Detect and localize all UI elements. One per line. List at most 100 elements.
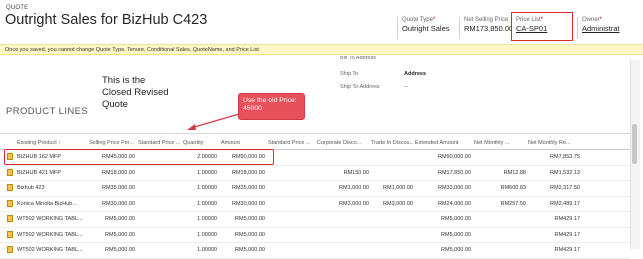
annotation-note: This is the Closed Revised Quote bbox=[102, 75, 169, 111]
table-cell: RM33,000.00 bbox=[437, 185, 471, 191]
product-name-cell: Konica Minolta BizHub... bbox=[17, 200, 77, 207]
table-cell: 1.00000 bbox=[197, 169, 217, 176]
table-cell: 1.00000 bbox=[197, 216, 217, 222]
table-cell: RM30,000.00 bbox=[231, 200, 265, 207]
note-line: Quote bbox=[102, 99, 128, 110]
table-cell: 1.00000 bbox=[197, 247, 217, 253]
table-cell: RM90,000.00 bbox=[437, 154, 471, 160]
table-cell: RM1,000.00 bbox=[339, 185, 369, 191]
table-cell: RM2,489.17 bbox=[550, 200, 580, 207]
table-cell: RM5,000.00 bbox=[105, 231, 135, 238]
ship-to-value[interactable]: Address bbox=[404, 71, 426, 77]
required-mark: * bbox=[432, 17, 436, 23]
table-cell: RM5,000.00 bbox=[441, 216, 471, 222]
header-separator bbox=[459, 17, 460, 39]
column-header[interactable]: Extended Amount bbox=[415, 140, 471, 146]
column-header[interactable]: Standard Price ... bbox=[268, 140, 314, 146]
price-list-field[interactable]: Price List* CA-SP01 bbox=[516, 17, 570, 33]
product-lines-heading: PRODUCT LINES bbox=[6, 106, 89, 117]
price-list-link[interactable]: CA-SP01 bbox=[516, 24, 570, 33]
owner-field[interactable]: Owner* Administrat bbox=[582, 17, 634, 33]
row-divider bbox=[0, 211, 630, 212]
record-type-label: QUOTE bbox=[6, 5, 29, 11]
table-cell: RM5,000.00 bbox=[105, 247, 135, 253]
table-cell: RM257.50 bbox=[500, 200, 526, 207]
table-cell: RM17,850.00 bbox=[437, 169, 471, 176]
page-title: Outright Sales for BizHub C423 bbox=[5, 12, 208, 28]
note-line: Closed Revised bbox=[102, 87, 169, 98]
table-cell: RM5,000.00 bbox=[441, 231, 471, 238]
document-icon bbox=[7, 246, 13, 253]
table-row[interactable]: WT502 WORKING TABL... RM5,000.00 1.00000 RM… bbox=[0, 229, 630, 242]
column-header[interactable]: Existing Product ↑ bbox=[17, 140, 87, 146]
bill-to-address-label: Bill To Address bbox=[340, 56, 376, 60]
table-cell: RM5,000.00 bbox=[441, 247, 471, 253]
required-mark: * bbox=[540, 17, 544, 23]
table-cell: RM24,000.00 bbox=[437, 200, 471, 207]
table-cell: RM5,000.00 bbox=[235, 231, 265, 238]
document-icon bbox=[7, 230, 13, 238]
table-cell: RM7,853.75 bbox=[550, 154, 580, 160]
column-header[interactable]: Amount bbox=[221, 140, 265, 146]
document-icon bbox=[7, 168, 13, 176]
table-row[interactable]: WT502 WORKING TABL... RM5,000.00 1.00000 RM… bbox=[0, 244, 630, 257]
note-line: This is the bbox=[102, 75, 146, 86]
owner-link[interactable]: Administrat bbox=[582, 24, 634, 33]
table-cell: RM5,000.00 bbox=[105, 216, 135, 222]
ship-to-label: Ship To bbox=[340, 71, 359, 77]
net-selling-price-value: RM173,850.00 bbox=[464, 24, 512, 33]
notification-bar: Once you saved, you cannot change Quote … bbox=[0, 44, 643, 55]
table-row[interactable]: BIZHUB 421 MFP RM18,000.00 1.00000 RM18,000… bbox=[0, 167, 630, 180]
table-cell: RM1,532.13 bbox=[550, 169, 580, 176]
net-selling-price-label: Net Selling Price bbox=[464, 17, 509, 23]
column-header[interactable]: Net Monthly Re... bbox=[528, 140, 580, 146]
table-cell: RM429.17 bbox=[554, 247, 580, 253]
quote-type-label: Quote Type bbox=[402, 17, 433, 23]
document-icon bbox=[7, 184, 13, 191]
table-cell: RM35,000.00 bbox=[101, 185, 135, 191]
column-header[interactable]: Quantity bbox=[183, 140, 217, 146]
net-selling-price-field: Net Selling Price RM173,850.00 bbox=[464, 17, 512, 33]
callout-line: Use the old Price: bbox=[243, 97, 297, 104]
product-name-cell: Bizhub 423 bbox=[17, 185, 45, 191]
table-cell: RM2,317.50 bbox=[550, 185, 580, 191]
ship-to-address-value[interactable]: -- bbox=[404, 84, 408, 90]
table-row[interactable]: WT502 WORKING TABL... RM5,000.00 1.00000 RM… bbox=[0, 213, 630, 226]
table-cell: RM429.17 bbox=[554, 231, 580, 238]
grid-top-border bbox=[0, 133, 630, 134]
table-row[interactable]: Konica Minolta BizHub... RM30,000.00 1.000… bbox=[0, 198, 630, 211]
table-cell: RM18,000.00 bbox=[101, 169, 135, 176]
owner-label: Owner bbox=[582, 17, 600, 23]
ship-to-address-label: Ship To Address bbox=[340, 84, 380, 90]
column-header[interactable]: Corporate Disco... bbox=[317, 140, 369, 146]
column-header[interactable]: Trade In Discou... bbox=[371, 140, 413, 146]
product-name-cell: WT502 WORKING TABL... bbox=[17, 216, 83, 222]
table-cell: RM150.00 bbox=[343, 169, 369, 176]
row-divider bbox=[0, 226, 630, 228]
row-divider bbox=[0, 180, 630, 181]
quote-type-value[interactable]: Outright Sales bbox=[402, 24, 454, 33]
callout-pointer bbox=[187, 113, 240, 130]
quote-type-field[interactable]: Quote Type* Outright Sales bbox=[402, 17, 454, 33]
table-row[interactable]: Bizhub 423 RM35,000.00 1.00000 RM35,000.00 R… bbox=[0, 182, 630, 195]
document-icon bbox=[7, 215, 13, 222]
price-list-label: Price List bbox=[516, 17, 541, 23]
row-divider bbox=[0, 257, 630, 259]
table-cell: RM5,000.00 bbox=[235, 247, 265, 253]
column-header[interactable]: Selling Price Per... bbox=[89, 140, 135, 146]
scrollbar-thumb[interactable] bbox=[632, 124, 637, 164]
table-cell: RM3,000.00 bbox=[383, 200, 413, 207]
table-cell: RM3,000.00 bbox=[339, 200, 369, 207]
document-icon bbox=[7, 199, 13, 207]
table-cell: RM5,000.00 bbox=[235, 216, 265, 222]
column-header[interactable]: Net Monthly ... bbox=[474, 140, 526, 146]
table-cell: RM1,000.00 bbox=[383, 185, 413, 191]
old-price-row-highlight bbox=[4, 149, 274, 165]
column-header[interactable]: Standard Price ... bbox=[138, 140, 180, 146]
product-name-cell: WT502 WORKING TABL... bbox=[17, 247, 83, 253]
table-cell: RM12.88 bbox=[503, 169, 526, 176]
header-separator bbox=[397, 17, 398, 39]
required-mark: * bbox=[599, 17, 603, 23]
header-separator bbox=[577, 17, 578, 39]
callout-annotation: Use the old Price: 45000 bbox=[238, 93, 305, 120]
